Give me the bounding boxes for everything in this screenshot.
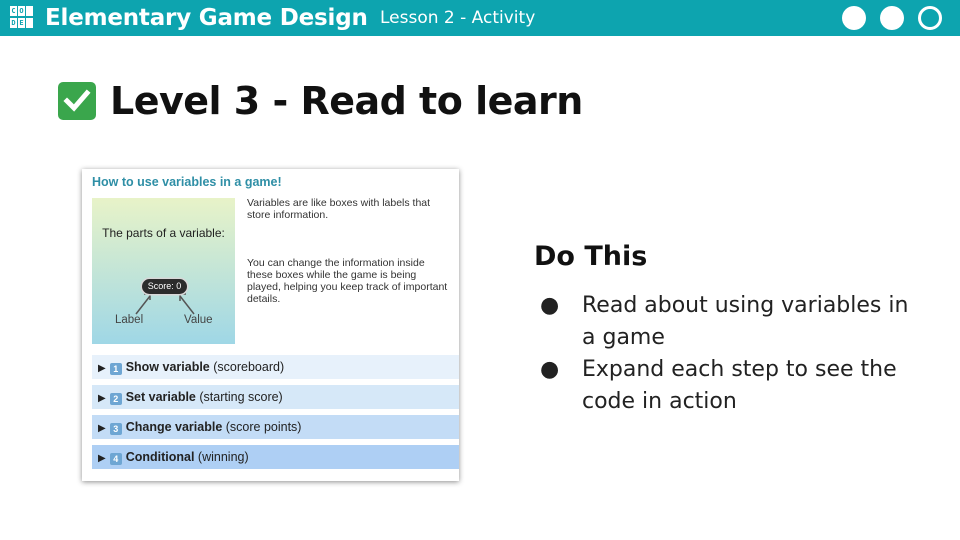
step-number-badge: 3 — [109, 423, 122, 435]
page-title: Level 3 - Read to learn — [110, 79, 583, 123]
logo-letter — [26, 6, 33, 16]
variable-pill: Score: 0 — [142, 279, 187, 294]
step-name: Conditional — [125, 450, 195, 464]
logo-letter: O — [18, 6, 25, 16]
progress-dot-filled[interactable] — [842, 6, 866, 30]
expand-triangle-icon: ▶ — [98, 453, 106, 464]
top-bar: C O D E Elementary Game Design Lesson 2 … — [0, 0, 960, 36]
code-logo: C O D E — [10, 6, 34, 30]
list-item-text: Expand each step to see the code in acti… — [582, 357, 897, 414]
detail-paragraph: You can change the information inside th… — [247, 257, 448, 305]
variables-panel: How to use variables in a game! The part… — [82, 169, 459, 481]
instruction-list: ● Read about using variables in a game ● E… — [540, 290, 912, 418]
logo-letter: E — [18, 18, 25, 28]
label-caption: Label — [115, 314, 144, 326]
step-number-badge: 4 — [109, 453, 122, 465]
checkmark-icon — [58, 82, 96, 120]
step-conditional[interactable]: ▶ 4 Conditional (winning) — [92, 445, 459, 469]
expand-triangle-icon: ▶ — [98, 363, 106, 374]
course-title: Elementary Game Design — [45, 5, 368, 31]
logo-letter — [26, 18, 33, 28]
step-show-variable[interactable]: ▶ 1 Show variable (scoreboard) — [92, 355, 459, 379]
step-detail: (scoreboard) — [209, 360, 285, 374]
list-item-text: Read about using variables in a game — [582, 293, 909, 350]
list-item: ● Expand each step to see the code in act… — [540, 354, 912, 418]
intro-paragraph: Variables are like boxes with labels tha… — [247, 197, 431, 221]
panel-title: How to use variables in a game! — [92, 175, 282, 189]
variable-diagram: The parts of a variable: Score: 0 Label … — [92, 198, 235, 344]
lesson-label: Lesson 2 - Activity — [380, 8, 536, 28]
bullet-icon: ● — [540, 357, 560, 382]
progress-dot-current[interactable] — [918, 6, 942, 30]
logo-letter: D — [10, 18, 17, 28]
expand-triangle-icon: ▶ — [98, 423, 106, 434]
step-number-badge: 2 — [109, 393, 122, 405]
step-name: Show variable — [125, 360, 210, 374]
value-caption: Value — [184, 314, 213, 326]
step-set-variable[interactable]: ▶ 2 Set variable (starting score) — [92, 385, 459, 409]
logo-letter: C — [10, 6, 17, 16]
step-detail: (score points) — [222, 420, 302, 434]
diagram-arrows — [135, 293, 195, 315]
step-change-variable[interactable]: ▶ 3 Change variable (score points) — [92, 415, 459, 439]
bullet-icon: ● — [540, 293, 560, 318]
progress-dot-filled[interactable] — [880, 6, 904, 30]
step-detail: (starting score) — [195, 390, 283, 404]
step-name: Change variable — [125, 420, 223, 434]
list-item: ● Read about using variables in a game — [540, 290, 912, 354]
step-number-badge: 1 — [109, 363, 122, 375]
step-name: Set variable — [125, 390, 196, 404]
do-this-heading: Do This — [534, 241, 648, 272]
expand-triangle-icon: ▶ — [98, 393, 106, 404]
step-detail: (winning) — [194, 450, 249, 464]
